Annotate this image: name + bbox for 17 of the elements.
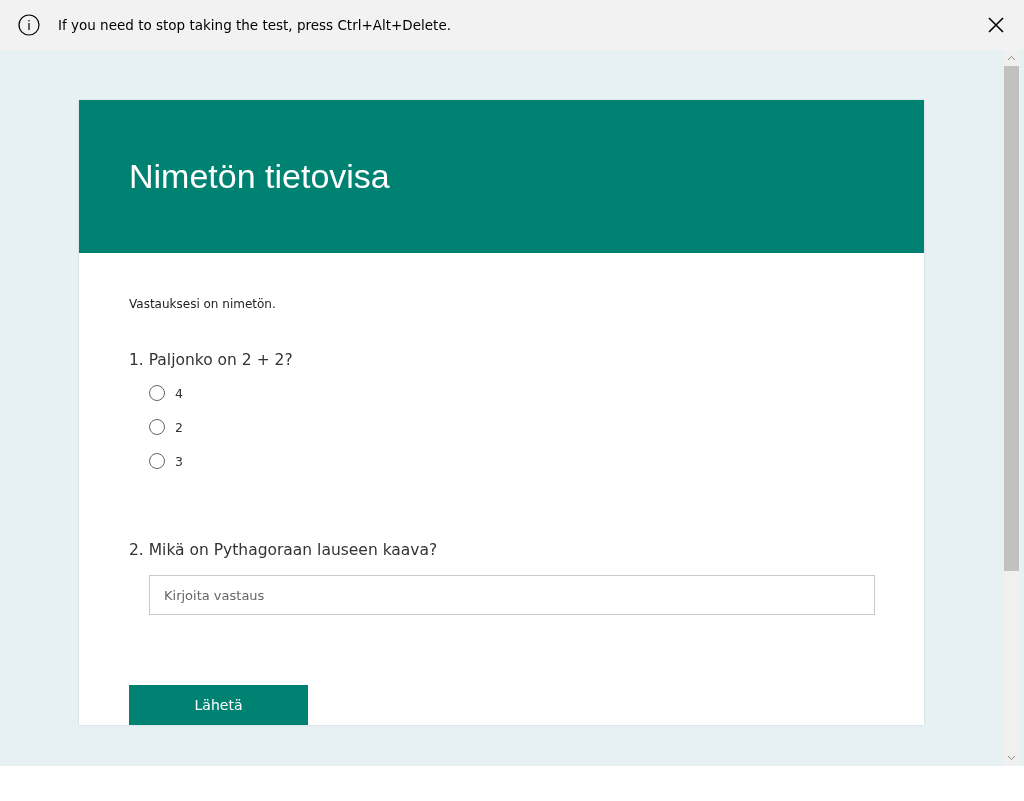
option-label: 3 bbox=[175, 453, 183, 469]
option-label: 2 bbox=[175, 419, 183, 435]
scrollbar-thumb[interactable] bbox=[1004, 66, 1019, 571]
form-title: Nimetön tietovisa bbox=[129, 157, 390, 196]
scrollbar[interactable] bbox=[1003, 50, 1020, 766]
radio-button[interactable] bbox=[149, 385, 165, 401]
info-icon bbox=[18, 14, 40, 36]
answer-field[interactable]: Kirjoita vastaus bbox=[149, 575, 875, 615]
question-title: 2. Mikä on Pythagoraan lauseen kaava? bbox=[129, 541, 439, 559]
option-label: 4 bbox=[175, 385, 183, 401]
close-button[interactable] bbox=[986, 15, 1006, 35]
notice-text: If you need to stop taking the test, press Ctrl+Alt+Delete. bbox=[58, 17, 452, 33]
radio-button[interactable] bbox=[149, 419, 165, 435]
submit-button[interactable]: Lähetä bbox=[129, 685, 308, 725]
radio-button[interactable] bbox=[149, 453, 165, 469]
question-title: 1. Paljonko on 2 + 2? bbox=[129, 351, 294, 369]
anonymous-note: Vastauksesi on nimetön. bbox=[129, 297, 277, 311]
